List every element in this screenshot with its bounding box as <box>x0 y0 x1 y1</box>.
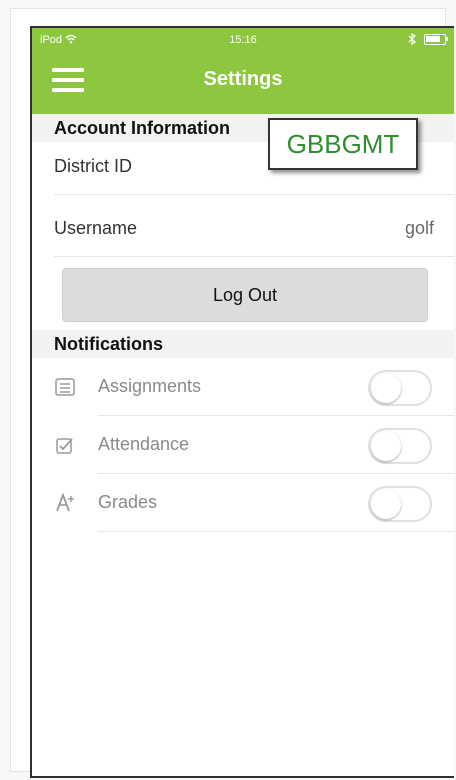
notification-row-attendance: Attendance <box>54 416 454 474</box>
assignments-label: Assignments <box>98 376 202 396</box>
nav-bar: Settings <box>32 58 454 98</box>
battery-icon <box>424 34 448 45</box>
status-bar: iPod 15:16 <box>32 30 454 52</box>
bluetooth-icon <box>408 32 416 46</box>
notification-row-assignments: Assignments <box>54 358 454 416</box>
username-value: golf <box>404 218 434 238</box>
district-id-label: District ID <box>54 156 132 176</box>
log-out-button[interactable]: Log Out <box>62 268 428 322</box>
district-id-value: GBBGMT <box>268 118 418 170</box>
attendance-label: Attendance <box>98 434 190 454</box>
notifications-section-header: Notifications <box>32 330 454 358</box>
grades-icon <box>54 492 76 514</box>
grades-toggle[interactable] <box>368 486 432 522</box>
top-bar: iPod 15:16 Settings <box>32 28 454 114</box>
username-label: Username <box>54 218 138 238</box>
grades-label: Grades <box>98 492 158 512</box>
status-time: 15:16 <box>229 34 257 46</box>
status-right <box>408 32 448 46</box>
list-icon <box>54 376 76 398</box>
notification-row-grades: Grades <box>54 474 454 532</box>
username-row: Username golf <box>54 204 454 257</box>
attendance-toggle[interactable] <box>368 428 432 464</box>
checkbox-icon <box>54 434 76 456</box>
page-title: Settings <box>203 68 283 90</box>
assignments-toggle[interactable] <box>368 370 432 406</box>
